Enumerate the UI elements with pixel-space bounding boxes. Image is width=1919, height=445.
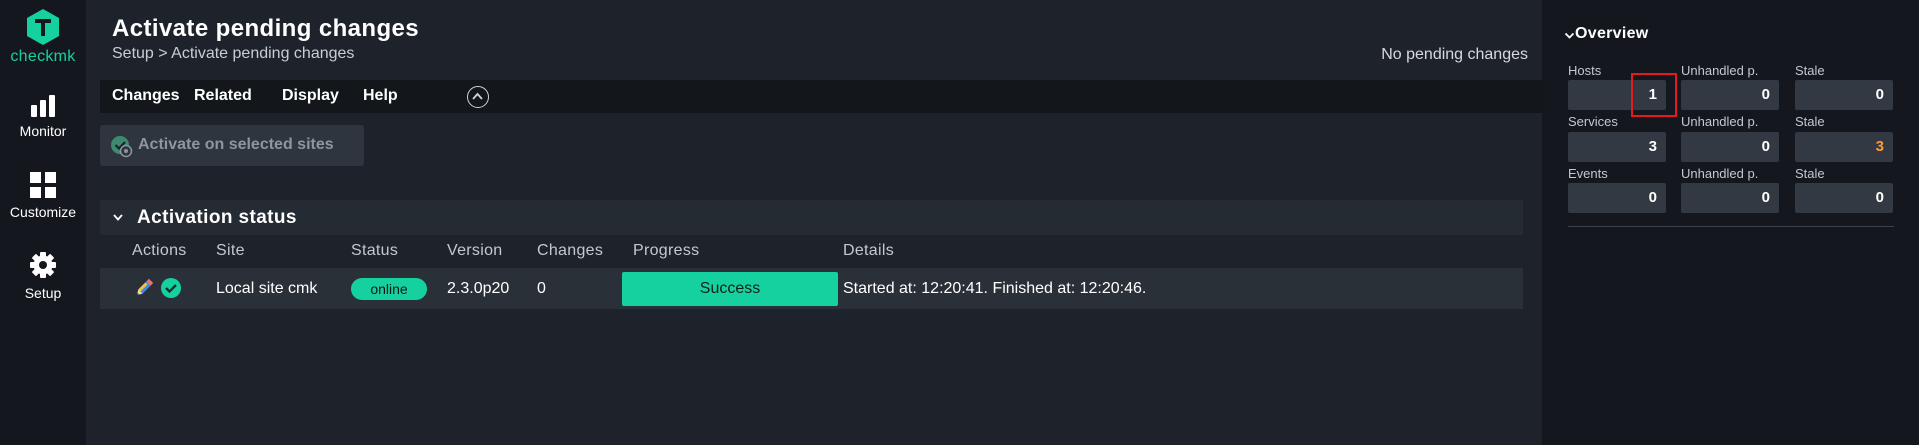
site-version: 2.3.0p20 — [447, 280, 510, 297]
pending-changes-status: No pending changes — [1381, 46, 1528, 63]
overview-title: Overview — [1575, 25, 1649, 42]
menu-changes[interactable]: Changes — [112, 87, 180, 105]
checkmk-logo-icon — [27, 9, 59, 45]
column-header-changes: Changes — [537, 242, 604, 259]
events-label: Events — [1568, 166, 1608, 181]
nav-item-monitor[interactable]: Monitor — [0, 95, 86, 139]
edit-pencil-icon[interactable] — [133, 277, 155, 299]
chevron-up-icon — [472, 92, 483, 100]
activate-selected-sites-button[interactable]: Activate on selected sites — [100, 125, 364, 166]
column-header-progress: Progress — [633, 242, 700, 259]
nav-item-label: Monitor — [19, 123, 67, 139]
events-unhandled-count[interactable]: 0 — [1681, 183, 1779, 213]
events-stale-count[interactable]: 0 — [1795, 183, 1893, 213]
status-badge: online — [351, 278, 427, 300]
activate-check-icon — [111, 136, 133, 158]
column-header-actions: Actions — [132, 242, 187, 259]
services-unhandled-count[interactable]: 0 — [1681, 132, 1779, 162]
nav-item-setup[interactable]: Setup — [0, 251, 86, 301]
menu-help[interactable]: Help — [363, 87, 398, 105]
events-count[interactable]: 0 — [1568, 183, 1666, 213]
site-name: Local site cmk — [216, 280, 318, 297]
activate-site-icon[interactable] — [160, 277, 182, 299]
page-title: Activate pending changes — [112, 15, 419, 42]
menu-display[interactable]: Display — [282, 87, 339, 105]
overview-snapin-header[interactable]: Overview — [1564, 25, 1649, 43]
services-count[interactable]: 3 — [1568, 132, 1666, 162]
nav-item-label: Setup — [24, 285, 62, 301]
main-content: Activate pending changes Setup > Activat… — [86, 0, 1542, 445]
column-header-version: Version — [447, 242, 503, 259]
page-menu-bar: Changes Related Display Help — [100, 80, 1542, 113]
bar-chart-icon — [31, 95, 55, 117]
events-unhandled-label: Unhandled p. — [1681, 166, 1759, 181]
column-header-site: Site — [216, 242, 245, 259]
hosts-label: Hosts — [1568, 63, 1602, 78]
breadcrumb[interactable]: Setup > Activate pending changes — [112, 45, 354, 63]
services-unhandled-label: Unhandled p. — [1681, 114, 1759, 129]
overview-divider — [1568, 226, 1894, 227]
activation-details: Started at: 12:20:41. Finished at: 12:20… — [843, 280, 1147, 297]
activate-selected-sites-label: Activate on selected sites — [138, 136, 334, 153]
title-bar: Activate pending changes Setup > Activat… — [86, 0, 1542, 80]
column-header-status: Status — [351, 242, 399, 259]
table-row: Local site cmk online 2.3.0p20 0 Success… — [100, 268, 1523, 309]
highlight-box — [1631, 73, 1677, 117]
activation-status-header[interactable]: Activation status — [100, 200, 1523, 235]
progress-bar: Success — [622, 272, 838, 306]
overview-sidebar: Overview Hosts Unhandled p. Stale 1 0 0 … — [1542, 0, 1919, 445]
grid-icon — [30, 172, 56, 198]
collapse-menu-toggle[interactable] — [467, 86, 489, 108]
services-stale-label: Stale — [1795, 114, 1825, 129]
events-stale-label: Stale — [1795, 166, 1825, 181]
column-header-details: Details — [843, 242, 895, 259]
services-label: Services — [1568, 114, 1618, 129]
hosts-stale-label: Stale — [1795, 63, 1825, 78]
nav-item-customize[interactable]: Customize — [0, 172, 86, 220]
activation-status-section: Activation status Actions Site Status Ve… — [100, 200, 1523, 310]
services-stale-count[interactable]: 3 — [1795, 132, 1893, 162]
checkmk-logo[interactable]: checkmk — [0, 8, 86, 66]
hosts-stale-count[interactable]: 0 — [1795, 80, 1893, 110]
gear-icon — [30, 252, 56, 278]
chevron-down-icon — [1564, 32, 1575, 39]
sidebar-nav: checkmk Monitor Customize Setup — [0, 0, 86, 445]
hosts-unhandled-count[interactable]: 0 — [1681, 80, 1779, 110]
menu-related[interactable]: Related — [194, 87, 252, 105]
activation-status-title: Activation status — [137, 207, 297, 228]
chevron-down-icon — [113, 214, 123, 221]
brand-name: checkmk — [10, 48, 76, 65]
change-count: 0 — [537, 280, 546, 297]
breadcrumb-text[interactable]: Setup > Activate pending changes — [112, 45, 354, 62]
nav-item-label: Customize — [9, 204, 77, 220]
hosts-unhandled-label: Unhandled p. — [1681, 63, 1759, 78]
